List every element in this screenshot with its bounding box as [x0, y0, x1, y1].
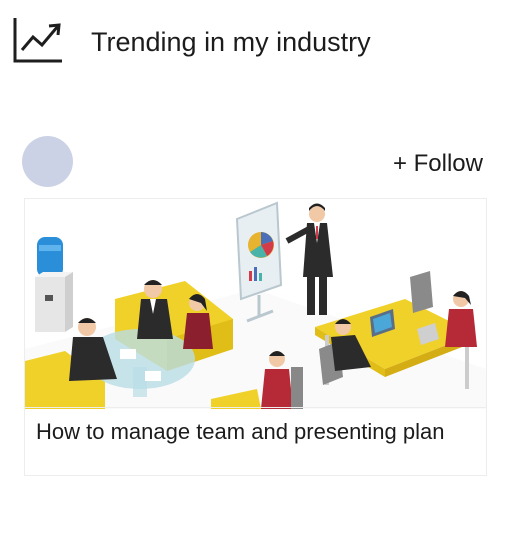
section-header: Trending in my industry: [0, 0, 512, 90]
trending-chart-icon: [13, 18, 63, 64]
article-title[interactable]: How to manage team and presenting plan: [36, 418, 466, 445]
article-image[interactable]: [25, 199, 486, 409]
follow-button[interactable]: + Follow: [393, 149, 483, 179]
avatar[interactable]: [22, 136, 73, 187]
section-title: Trending in my industry: [91, 27, 371, 57]
card-divider: [25, 407, 486, 408]
article-card[interactable]: How to manage team and presenting plan: [24, 198, 487, 476]
